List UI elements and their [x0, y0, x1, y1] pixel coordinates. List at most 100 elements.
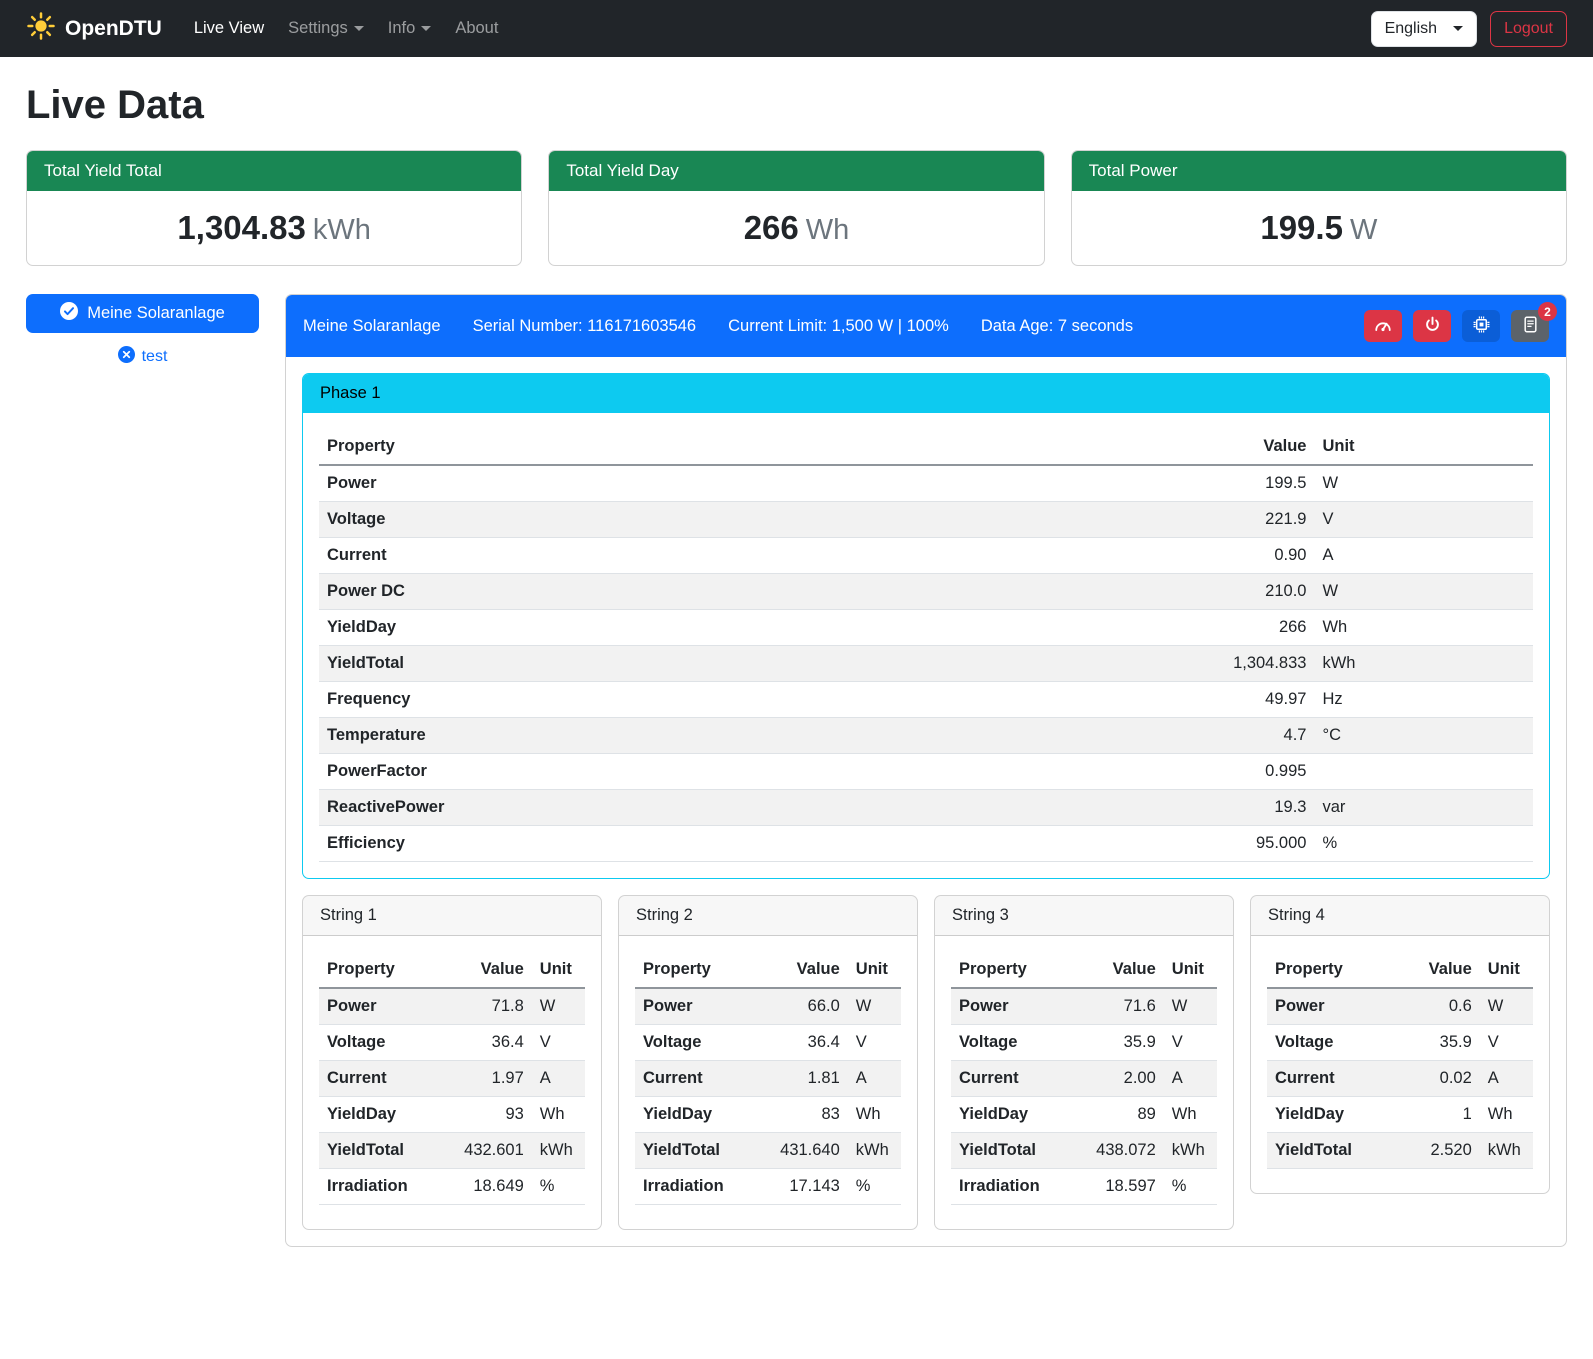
- table-row: YieldDay 266 Wh: [319, 610, 1533, 646]
- table-row: Frequency 49.97 Hz: [319, 682, 1533, 718]
- property-cell: Power: [319, 465, 987, 502]
- col-property: Property: [319, 952, 452, 988]
- string-table-body: Power 71.6 W Voltage 35.9 V: [951, 988, 1217, 1205]
- value-cell: 199.5: [987, 465, 1315, 502]
- string-card-header: String 1: [303, 896, 601, 936]
- nav-about[interactable]: About: [443, 11, 510, 46]
- nav-info[interactable]: Info: [376, 11, 444, 46]
- unit-cell: %: [1314, 826, 1533, 862]
- card-header: Total Power: [1072, 151, 1566, 191]
- total-yield-day-card: Total Yield Day 266Wh: [548, 150, 1044, 266]
- string-table: Property Value Unit Power: [635, 952, 901, 1205]
- property-cell: Current: [951, 1061, 1084, 1097]
- value-cell: 71.8: [452, 988, 532, 1025]
- string-card-header: String 2: [619, 896, 917, 936]
- nav-live-view[interactable]: Live View: [182, 11, 276, 46]
- unit-cell: V: [1164, 1025, 1217, 1061]
- summary-value: 199.5: [1260, 209, 1343, 246]
- power-icon: [1424, 316, 1441, 336]
- device-info-button[interactable]: [1462, 310, 1500, 342]
- value-cell: 0.90: [987, 538, 1315, 574]
- string-card-header: String 4: [1251, 896, 1549, 936]
- property-cell: YieldDay: [951, 1097, 1084, 1133]
- table-head: Property Value Unit: [951, 952, 1217, 988]
- nav-settings[interactable]: Settings: [276, 11, 376, 46]
- property-cell: Voltage: [1267, 1025, 1400, 1061]
- phase-card-header: Phase 1: [303, 374, 1549, 413]
- language-select[interactable]: English: [1371, 11, 1477, 47]
- inverter-sidebar: Meine Solaranlage test: [26, 294, 259, 368]
- property-cell: ReactivePower: [319, 790, 987, 826]
- unit-cell: Wh: [1314, 610, 1533, 646]
- sidebar-item-active-inverter[interactable]: Meine Solaranlage: [26, 294, 259, 333]
- table-head: Property Value Unit: [635, 952, 901, 988]
- brand-link[interactable]: OpenDTU: [26, 11, 162, 47]
- value-cell: 0.6: [1400, 988, 1480, 1025]
- unit-cell: W: [1164, 988, 1217, 1025]
- table-row: YieldTotal 431.640 kWh: [635, 1133, 901, 1169]
- inverter-serial: Serial Number: 116171603546: [473, 317, 697, 336]
- header-row: Property Value Unit: [319, 952, 585, 988]
- string-4-card: String 4 Property Value Unit: [1250, 895, 1550, 1194]
- unit-cell: V: [848, 1025, 901, 1061]
- unit-cell: A: [1314, 538, 1533, 574]
- string-table-body: Power 0.6 W Voltage 35.9 V: [1267, 988, 1533, 1169]
- inverter-data-age: Data Age: 7 seconds: [981, 317, 1133, 336]
- unit-cell: V: [532, 1025, 585, 1061]
- summary-value: 266: [744, 209, 799, 246]
- property-cell: YieldTotal: [1267, 1133, 1400, 1169]
- string-table-body: Power 71.8 W Voltage 36.4 V: [319, 988, 585, 1205]
- value-cell: 17.143: [768, 1169, 848, 1205]
- table-row: Current 0.02 A: [1267, 1061, 1533, 1097]
- table-row: Irradiation 17.143 %: [635, 1169, 901, 1205]
- property-cell: YieldDay: [319, 610, 987, 646]
- table-row: Power 71.8 W: [319, 988, 585, 1025]
- table-row: Voltage 36.4 V: [319, 1025, 585, 1061]
- table-row: Current 0.90 A: [319, 538, 1533, 574]
- inverter-card-body: Phase 1 Property Value Unit: [286, 357, 1566, 1246]
- property-cell: YieldTotal: [319, 646, 987, 682]
- power-button[interactable]: [1413, 310, 1451, 342]
- table-row: Irradiation 18.649 %: [319, 1169, 585, 1205]
- unit-cell: V: [1314, 502, 1533, 538]
- table-row: YieldDay 1 Wh: [1267, 1097, 1533, 1133]
- header-row: Property Value Unit: [951, 952, 1217, 988]
- table-row: Power 0.6 W: [1267, 988, 1533, 1025]
- value-cell: 2.520: [1400, 1133, 1480, 1169]
- limit-settings-button[interactable]: [1364, 310, 1402, 342]
- check-circle-icon: [60, 302, 78, 325]
- unit-cell: V: [1480, 1025, 1533, 1061]
- header-row: Property Value Unit: [635, 952, 901, 988]
- col-unit: Unit: [532, 952, 585, 988]
- value-cell: 1.97: [452, 1061, 532, 1097]
- navbar-right: English Logout: [1371, 11, 1567, 47]
- col-value: Value: [987, 429, 1315, 465]
- property-cell: YieldTotal: [319, 1133, 452, 1169]
- value-cell: 438.072: [1084, 1133, 1164, 1169]
- card-header: Total Yield Total: [27, 151, 521, 191]
- total-yield-total-card: Total Yield Total 1,304.83kWh: [26, 150, 522, 266]
- gauge-icon: [1374, 316, 1392, 337]
- event-log-button[interactable]: 2: [1511, 310, 1549, 342]
- strings-row: String 1 Property Value Unit: [302, 895, 1550, 1230]
- main-row: Meine Solaranlage test Meine Solaranlage…: [26, 294, 1567, 1247]
- unit-cell: kWh: [848, 1133, 901, 1169]
- unit-cell: A: [848, 1061, 901, 1097]
- value-cell: 83: [768, 1097, 848, 1133]
- value-cell: 36.4: [452, 1025, 532, 1061]
- unit-cell: %: [848, 1169, 901, 1205]
- value-cell: 1,304.833: [987, 646, 1315, 682]
- value-cell: 266: [987, 610, 1315, 646]
- value-cell: 36.4: [768, 1025, 848, 1061]
- property-cell: YieldDay: [319, 1097, 452, 1133]
- sidebar-item-test[interactable]: test: [26, 346, 259, 368]
- inverter-card-header: Meine Solaranlage Serial Number: 1161716…: [286, 295, 1566, 357]
- cpu-icon: [1473, 316, 1490, 336]
- chevron-down-icon: [421, 26, 431, 31]
- total-power-card: Total Power 199.5W: [1071, 150, 1567, 266]
- logout-button[interactable]: Logout: [1490, 11, 1567, 47]
- header-row: Property Value Unit: [319, 429, 1533, 465]
- string-card-header: String 3: [935, 896, 1233, 936]
- value-cell: 71.6: [1084, 988, 1164, 1025]
- value-cell: 210.0: [987, 574, 1315, 610]
